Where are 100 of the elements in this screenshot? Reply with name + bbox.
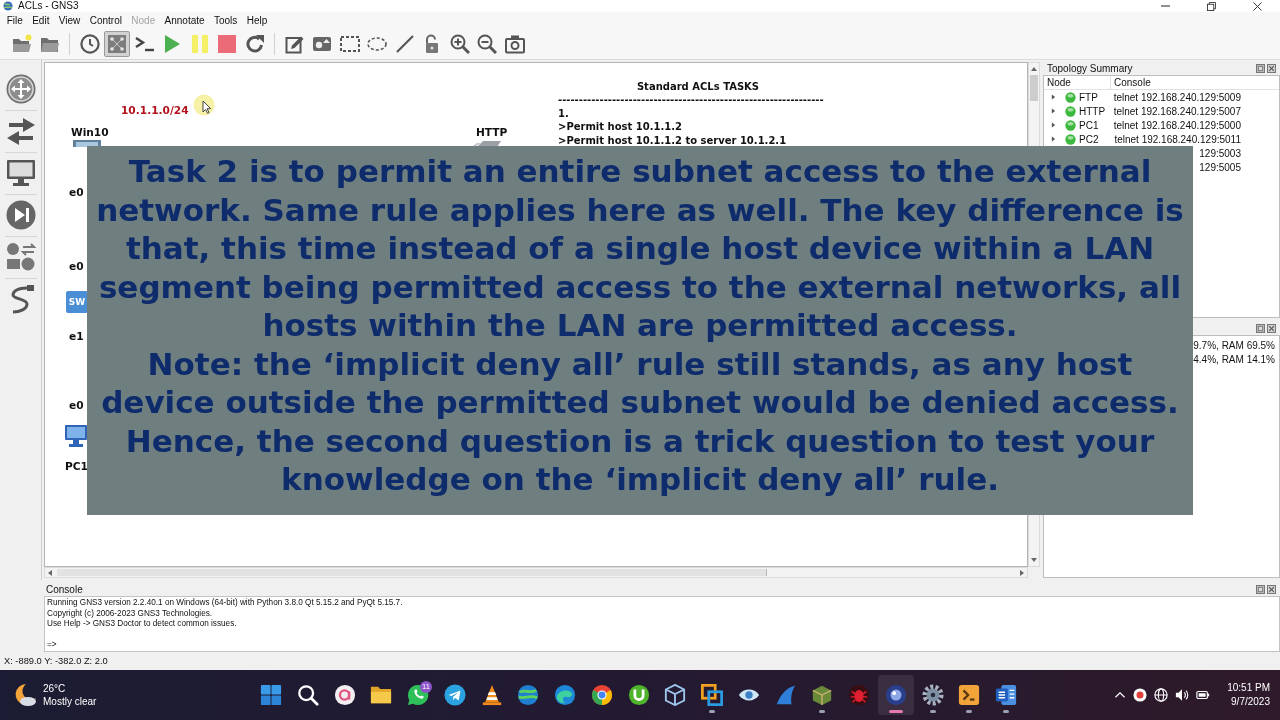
close-button[interactable] bbox=[1267, 323, 1277, 334]
expand-arrow-icon[interactable] bbox=[1051, 108, 1056, 114]
stop-icon bbox=[217, 34, 237, 54]
weather-condition: Mostly clear bbox=[43, 695, 97, 708]
menu-item[interactable]: View bbox=[54, 12, 85, 29]
console-address: telnet 192.168.240.129:5000 bbox=[1112, 119, 1241, 131]
close-icon bbox=[1267, 584, 1276, 594]
node-name[interactable]: HTTP bbox=[1079, 105, 1106, 117]
minimize-icon bbox=[1160, 5, 1170, 7]
taskbar-app[interactable] bbox=[877, 675, 914, 715]
ring-icon bbox=[333, 684, 356, 706]
scrollbar-thumb[interactable] bbox=[1030, 75, 1038, 101]
camera-icon bbox=[504, 34, 525, 54]
reload-icon bbox=[244, 34, 265, 54]
console-address: telnet 192.168.240.129:5007 bbox=[1112, 105, 1241, 117]
float-button[interactable] bbox=[1256, 63, 1266, 74]
prompt-icon bbox=[134, 34, 155, 54]
node-name[interactable]: FTP bbox=[1079, 91, 1098, 103]
close-button[interactable] bbox=[1267, 584, 1277, 595]
pencil-square-icon bbox=[284, 34, 305, 54]
close-icon bbox=[1267, 323, 1276, 333]
port-label: e0 bbox=[69, 399, 84, 411]
expand-arrow-icon[interactable] bbox=[1051, 136, 1056, 142]
float-icon bbox=[1256, 323, 1265, 333]
clock-icon bbox=[79, 34, 100, 54]
subnet-label: 10.1.1.0/24 bbox=[121, 104, 189, 116]
menu-item[interactable]: Help bbox=[242, 12, 272, 29]
caret-up-icon[interactable] bbox=[1031, 67, 1037, 71]
column-header: Console bbox=[1113, 75, 1151, 90]
menu-item[interactable]: Control bbox=[85, 12, 127, 29]
console-line: Use Help -> GNS3 Doctor to detect common issues. bbox=[47, 619, 238, 630]
menu-item[interactable]: Edit bbox=[27, 12, 55, 29]
gear-icon bbox=[921, 684, 944, 706]
node-label: Win10 bbox=[71, 126, 109, 138]
status-text: X: -889.0 Y: -382.0 Z: 2.0 bbox=[4, 656, 108, 666]
server-usage: 4.4%, RAM 14.1% bbox=[1193, 354, 1275, 365]
speaker-icon[interactable] bbox=[1175, 688, 1190, 702]
window-title: ACLs - GNS3 bbox=[18, 0, 79, 12]
package-icon bbox=[811, 684, 834, 706]
zoom-out-icon bbox=[477, 34, 497, 54]
moon-cloud-icon[interactable] bbox=[13, 683, 37, 707]
note-line: >Permit host 10.1.1.2 to server 10.1.2.1 bbox=[558, 133, 788, 148]
console-address: telnet 192.168.240.129:5009 bbox=[1112, 91, 1241, 103]
zoom-in-icon bbox=[449, 34, 470, 54]
server-usage: 9.7%, RAM 69.5% bbox=[1193, 340, 1275, 351]
note-line: 1. bbox=[558, 106, 570, 121]
swirl-disc-icon bbox=[554, 684, 576, 706]
image-icon bbox=[312, 34, 332, 54]
console-output[interactable]: Running GNS3 version 2.2.40.1 on Windows (64-bit) with Python 3.8.0 Qt 5.15.2 and PyQt 5.15.7. Copyright (c) 2006-2023 GNS3 Technologies. Use Help -> GNS3 Doctor to detect common issues. => bbox=[44, 596, 1280, 652]
close-icon bbox=[1267, 63, 1276, 73]
dashed-ellipse-icon bbox=[367, 34, 387, 54]
port-label: e0 bbox=[69, 260, 84, 272]
float-button[interactable] bbox=[1256, 323, 1266, 334]
pause-icon bbox=[189, 34, 210, 54]
caret-right-icon[interactable] bbox=[1020, 569, 1024, 576]
paper-plane-icon bbox=[443, 684, 466, 706]
node-label: HTTP bbox=[476, 126, 508, 138]
target-icon[interactable] bbox=[1133, 688, 1148, 702]
caption-paragraph: Task 2 is to permit an entire subnet access to the external network. Same rule applies here as well. The key difference is that, this time instead of a single host device within a LAN segment being permitted access to the external networks, all hosts within the LAN are permitted access. bbox=[95, 152, 1185, 345]
dashed-rectangle-icon bbox=[339, 34, 360, 54]
grid-icon bbox=[107, 34, 127, 54]
caret-left-icon[interactable] bbox=[48, 569, 52, 576]
fin-icon bbox=[774, 684, 797, 706]
arrows-icon[interactable] bbox=[5, 116, 36, 146]
weather-temperature: 26°C bbox=[43, 682, 67, 695]
battery-icon[interactable] bbox=[1196, 688, 1211, 702]
note-line: >Permit host 10.1.1.2 bbox=[558, 120, 683, 134]
menu-item[interactable]: Tools bbox=[209, 12, 243, 29]
expand-arrow-icon[interactable] bbox=[1051, 122, 1056, 128]
close-icon bbox=[1252, 1, 1262, 11]
dashed-rule-text: ---------------------------------------------------------------- bbox=[558, 93, 825, 107]
monitor-icon[interactable] bbox=[5, 158, 36, 188]
clock-time: 10:51 PM bbox=[1227, 681, 1270, 695]
console-line: Running GNS3 version 2.2.40.1 on Windows (64-bit) with Python 3.8.0 Qt 5.15.2 and PyQt 5.15.7. bbox=[47, 598, 404, 609]
console-address: telnet 192.168.240.129:5011 bbox=[1113, 133, 1241, 145]
close-button[interactable] bbox=[1267, 63, 1277, 74]
folder-icon bbox=[370, 684, 393, 706]
node-name[interactable]: PC1 bbox=[1079, 119, 1099, 131]
router-icon[interactable] bbox=[5, 74, 36, 104]
node-name[interactable]: PC2 bbox=[1079, 133, 1099, 145]
play-circle-icon[interactable] bbox=[5, 200, 36, 230]
port-label: e0 bbox=[69, 186, 84, 198]
menu-item[interactable]: Annotate bbox=[159, 12, 210, 29]
clock-date: 9/7/2023 bbox=[1231, 695, 1270, 709]
caret-down-icon[interactable] bbox=[1031, 558, 1037, 562]
devices-icon[interactable] bbox=[5, 242, 36, 272]
four-squares-icon bbox=[260, 684, 282, 706]
terminal-icon bbox=[958, 684, 981, 706]
orb-icon bbox=[884, 684, 907, 706]
computer-icon bbox=[73, 140, 101, 147]
scrollbar[interactable] bbox=[44, 567, 1028, 578]
note-title: Standard ACLs TASKS bbox=[635, 80, 761, 94]
globe-icon[interactable] bbox=[1154, 688, 1169, 702]
switch-label: SW bbox=[66, 291, 88, 313]
float-button[interactable] bbox=[1256, 584, 1266, 595]
menu-item[interactable]: File bbox=[2, 12, 28, 29]
expand-arrow-icon[interactable] bbox=[1051, 94, 1056, 100]
float-icon bbox=[1256, 63, 1265, 73]
scrollbar-thumb[interactable] bbox=[57, 569, 767, 576]
segmented-disc-icon bbox=[590, 684, 613, 706]
